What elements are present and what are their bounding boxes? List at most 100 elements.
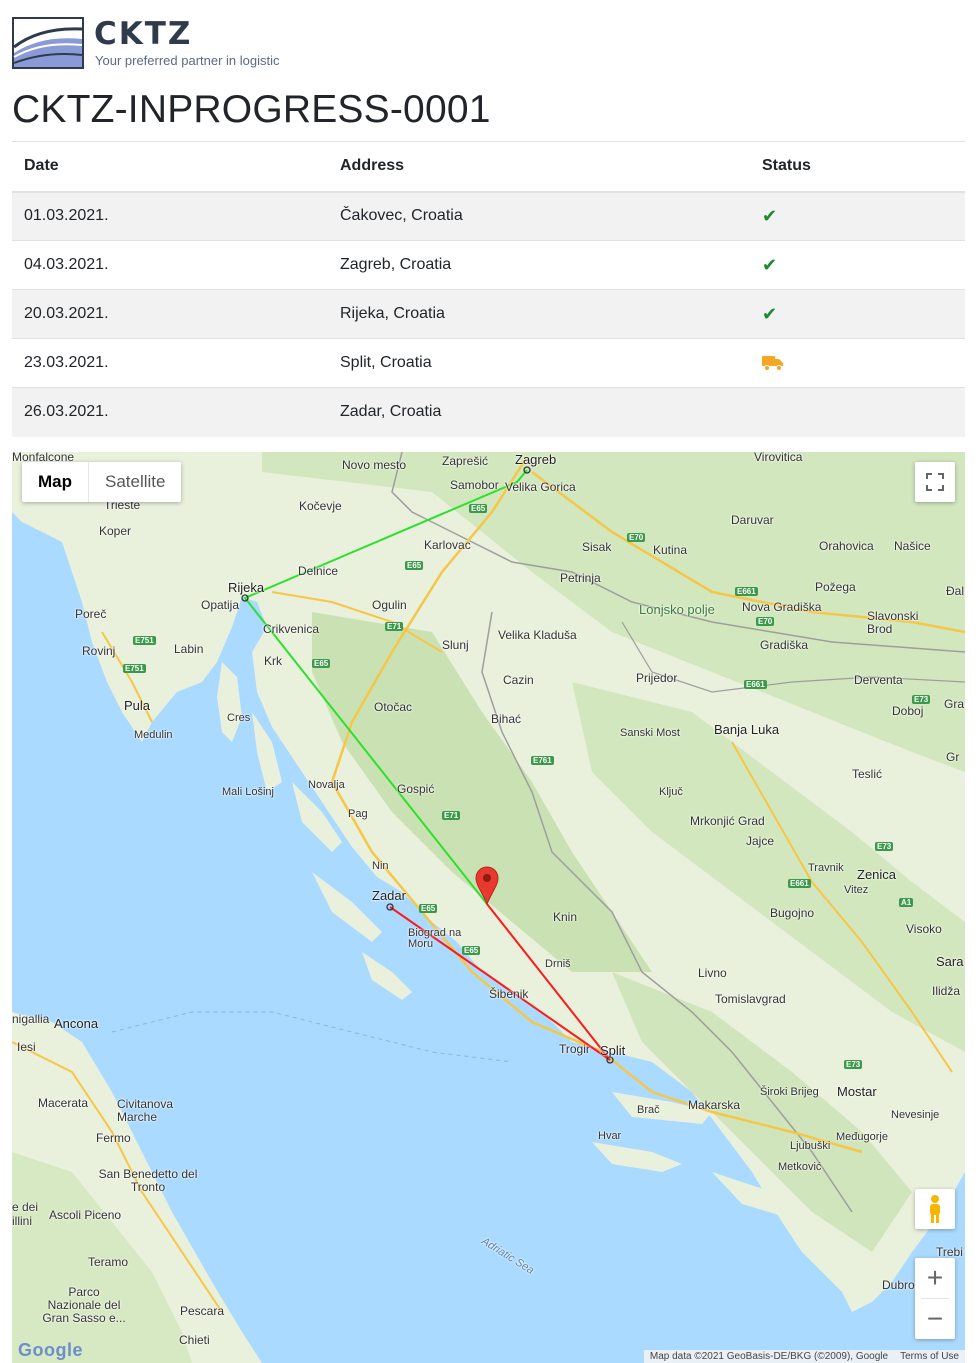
pegman-icon [930,1195,940,1223]
map-label: Ascoli Piceno [49,1208,122,1222]
street-view-button[interactable] [915,1189,955,1229]
map-label: Tomislavgrad [715,992,786,1006]
map-label: Požega [815,580,856,594]
map-label: Macerata [38,1096,89,1110]
map-label: Crikvenica [263,622,320,636]
map-type-satellite-button[interactable]: Satellite [88,462,181,502]
map-label: e dei [12,1200,39,1214]
road-badge: E73 [912,695,931,704]
map-label: Banja Luka [714,722,780,737]
map-label: Nova Gradiška [742,600,822,614]
map-label: illini [12,1214,33,1228]
zoom-in-button[interactable]: + [915,1258,955,1298]
check-icon: ✔ [762,205,778,226]
map-label: Gr [946,750,960,764]
map-label: Rijeka [228,580,265,595]
row-address: Zagreb, Croatia [328,240,750,290]
brand-tagline: Your preferred partner in logistic [95,53,280,68]
road-badge: E65 [469,504,488,513]
column-header-status: Status [750,141,965,193]
zoom-out-button[interactable]: − [915,1299,955,1339]
map-label: Slavonski Brod [867,609,919,636]
map-label: Vitez [844,884,869,896]
map-label: Travnik [808,862,844,874]
map-label: Međugorje [836,1131,888,1143]
map-label: San Benedetto del Tronto [98,1167,198,1194]
map-label: Bihać [491,712,522,726]
road-badge: E761 [531,756,554,765]
row-date: 01.03.2021. [12,191,328,241]
map-label: Prijedor [636,671,678,685]
map-label: Velika Gorica [505,480,576,494]
map-label: Široki Brijeg [760,1086,819,1098]
table-row: 04.03.2021. Zagreb, Croatia ✔ [12,240,965,290]
map-label: Otočac [374,700,413,714]
map-label: Cres [227,712,251,724]
road-badge: E751 [133,636,156,645]
table-row: 26.03.2021. Zadar, Croatia [12,387,965,437]
map-label: Kočevje [299,499,342,513]
logo-mark-icon [12,17,84,69]
map-label: Našice [894,539,931,553]
map-label: Fermo [96,1131,131,1145]
map-label: Gradiška [760,638,809,652]
map-label: Pescara [180,1304,225,1318]
road-badge: E65 [312,659,331,668]
fullscreen-button[interactable] [915,462,955,502]
table-row: 23.03.2021. Split, Croatia [12,338,965,388]
map-label: Brač [637,1104,660,1116]
row-date: 23.03.2021. [12,338,328,388]
map-label: Novo mesto [342,458,407,472]
map-label: Dubro [882,1278,915,1292]
map-label: Ljubuški [790,1140,831,1152]
map-label: Lonjsko polje [639,602,715,617]
column-header-date: Date [12,141,328,193]
column-header-address: Address [328,141,750,193]
map-label: Sanski Most [620,727,680,739]
zoom-control: + − [915,1258,955,1339]
map-label: Pula [124,698,151,713]
map-label: Rovinj [82,644,116,658]
map-label: Teslić [852,767,883,781]
map-label: Krk [264,654,282,668]
map-label: Sara [936,954,964,969]
road-badge: E73 [875,842,894,851]
map-label: Nin [372,860,389,872]
row-status: ✔ [750,289,965,339]
plus-icon: + [926,1262,944,1293]
map-label: Knin [553,910,578,924]
map-type-map-button[interactable]: Map [22,462,88,502]
map-label: Virovitica [754,452,803,464]
map-label: Nevesinje [891,1109,940,1121]
map-label: Civitanova Marche [117,1097,174,1124]
map-label: Daruvar [731,513,774,527]
route-map[interactable]: Zagreb Zaprešić Samobor Velika Gorica No… [12,452,965,1363]
terms-link[interactable]: Terms of Use [900,1351,959,1362]
road-badge: E70 [627,533,646,542]
map-label: Ogulin [372,598,407,612]
map-label: Chieti [179,1333,210,1347]
attribution-text: Map data ©2021 GeoBasis-DE/BKG (©2009), … [649,1351,889,1362]
brand-name: CKTZ [94,16,193,52]
map-label: Karlovac [424,538,471,552]
map-label: Teramo [88,1255,129,1269]
map-label: Bugojno [770,906,815,920]
check-icon: ✔ [762,303,778,324]
map-label: Medulin [134,729,173,741]
map-label: Trogir [559,1042,590,1056]
shipment-table: Date Address Status 01.03.2021. Čakovec,… [12,141,965,437]
map-label: Gra [944,697,965,711]
map-label: Metković [778,1161,822,1173]
road-badge: E73 [844,1060,863,1069]
map-label: Zaprešić [442,454,489,468]
map-label: Parco Nazionale del Gran Sasso e... [42,1285,126,1325]
map-label: nigallia [12,1012,50,1026]
map-label: Opatija [201,598,240,612]
map-label: Labin [174,642,204,656]
table-header-row: Date Address Status [12,141,965,193]
map-label: Mostar [837,1084,877,1099]
map-label: Zagreb [515,452,557,467]
map-label: Đal [946,584,965,598]
row-status [750,338,965,388]
road-badge: E65 [462,946,481,955]
